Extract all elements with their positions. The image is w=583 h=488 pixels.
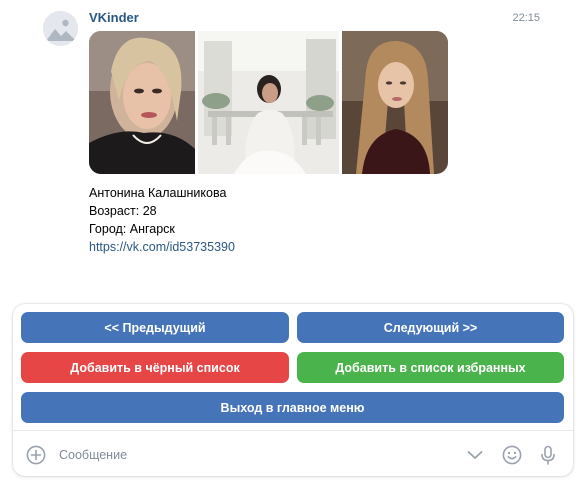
prev-button[interactable]: << Предыдущий — [21, 312, 289, 343]
plus-circle-icon[interactable] — [26, 445, 46, 465]
next-button[interactable]: Следующий >> — [297, 312, 564, 343]
add-to-favorites-button[interactable]: Добавить в список избранных — [297, 352, 564, 383]
photo-gallery — [89, 31, 448, 174]
message-input[interactable] — [59, 442, 439, 468]
profile-photo-1[interactable] — [89, 31, 195, 174]
message-time: 22:15 — [512, 12, 540, 24]
composer-divider — [13, 430, 573, 431]
profile-info: Антонина Калашникова Возраст: 28 Город: … — [89, 184, 235, 256]
smile-icon[interactable] — [501, 444, 523, 466]
bot-avatar[interactable] — [43, 11, 78, 46]
profile-name: Антонина Калашникова — [89, 186, 227, 200]
add-to-blacklist-button[interactable]: Добавить в чёрный список — [21, 352, 289, 383]
main-menu-button[interactable]: Выход в главное меню — [21, 392, 564, 423]
sender-name[interactable]: VKinder — [89, 10, 139, 25]
chevron-down-icon[interactable] — [464, 444, 486, 466]
microphone-icon[interactable] — [537, 444, 559, 466]
profile-age: Возраст: 28 — [89, 204, 157, 218]
profile-city: Город: Ангарск — [89, 222, 175, 236]
avatar-image-icon — [43, 11, 78, 46]
profile-photo-3[interactable] — [342, 31, 448, 174]
keyboard-composer-card: << Предыдущий Следующий >> Добавить в чё… — [13, 304, 573, 476]
profile-link[interactable]: https://vk.com/id53735390 — [89, 238, 235, 256]
profile-photo-2[interactable] — [198, 31, 339, 174]
